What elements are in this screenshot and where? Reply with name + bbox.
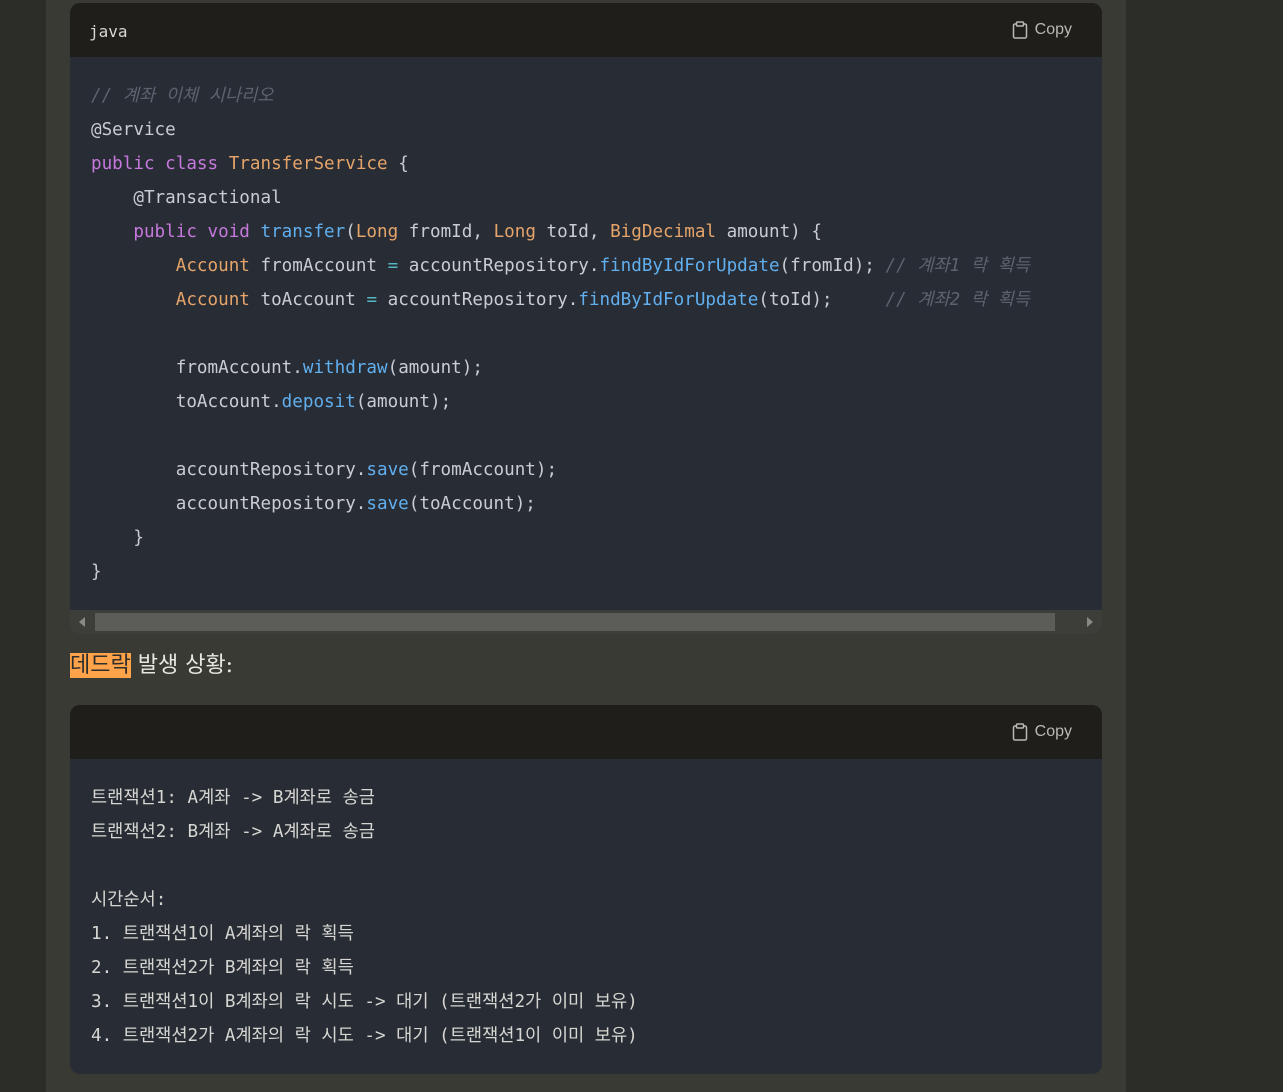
code-line: accountRepository.save(fromAccount); [91, 453, 1102, 487]
code-content: // 계좌 이체 시나리오 @Service public class Transf… [70, 57, 1102, 589]
highlighted-text: 데드락 [70, 653, 131, 678]
code-line: toAccount.deposit(amount); [91, 385, 1102, 419]
code-line: 트랜잭션2: B계좌 -> A계좌로 송금 [91, 822, 375, 842]
code-content: 트랜잭션1: A계좌 -> B계좌로 송금트랜잭션2: B계좌 -> A계좌로 … [70, 759, 1102, 1053]
code-token: toId, [535, 222, 611, 242]
code-token: fromAccount. [91, 358, 303, 378]
code-line: @Service [91, 113, 1102, 147]
code-token: BigDecimal [610, 222, 717, 242]
code-line: // 계좌 이체 시나리오 [91, 79, 1102, 113]
code-token: ( [345, 222, 356, 242]
code-token: fromId, [398, 222, 494, 242]
code-token: (toAccount); [408, 494, 536, 514]
code-line: 1. 트랜잭션1이 A계좌의 락 획득 [91, 924, 354, 944]
scroll-right-arrow-icon[interactable] [1087, 617, 1093, 627]
code-token: accountRepository. [398, 256, 600, 276]
code-line: } [91, 555, 1102, 589]
clipboard-icon [1012, 21, 1027, 39]
code-token: void [207, 222, 250, 242]
code-line: 트랜잭션1: A계좌 -> B계좌로 송금 [91, 788, 375, 808]
code-token: } [91, 528, 144, 548]
code-token: Long [355, 222, 399, 242]
copy-code-button[interactable]: Copy [1012, 723, 1072, 741]
code-token: accountRepository. [91, 460, 367, 480]
code-token: Account [175, 290, 250, 310]
page: java Copy // 계좌 이체 시나리오 @Service public cl… [0, 0, 1283, 1092]
code-token: = [366, 290, 378, 310]
code-line: accountRepository.save(toAccount); [91, 487, 1102, 521]
code-block-plain: Copy 트랜잭션1: A계좌 -> B계좌로 송금트랜잭션2: B계좌 -> … [70, 705, 1102, 1074]
code-token: // 계좌2 락 획득 [885, 290, 1030, 310]
code-token: toAccount [249, 290, 367, 310]
code-token: findByIdForUpdate [599, 256, 780, 276]
code-line: 3. 트랜잭션1이 B계좌의 락 시도 -> 대기 (트랜잭션2가 이미 보유) [91, 992, 638, 1012]
code-token: // 계좌1 락 획득 [885, 256, 1030, 276]
code-block-java: java Copy // 계좌 이체 시나리오 @Service public cl… [70, 3, 1102, 634]
code-line: 2. 트랜잭션2가 B계좌의 락 획득 [91, 958, 354, 978]
code-line: public void transfer(Long fromId, Long t… [91, 215, 1102, 249]
code-token: Account [175, 256, 250, 276]
code-token: class [165, 154, 219, 174]
code-token: // 계좌 이체 시나리오 [91, 86, 274, 106]
code-line: } [91, 521, 1102, 555]
code-line: fromAccount.withdraw(amount); [91, 351, 1102, 385]
code-language-label: java [89, 22, 128, 41]
code-token: (fromAccount); [408, 460, 558, 480]
code-line: @Transactional [91, 181, 1102, 215]
code-line: public class TransferService { [91, 147, 1102, 181]
code-token: Long [493, 222, 536, 242]
code-token: toAccount. [91, 392, 282, 412]
code-token: amount) { [716, 222, 822, 242]
code-token: transfer [260, 222, 346, 242]
code-block-header: java Copy [70, 3, 1102, 57]
code-token: accountRepository. [377, 290, 579, 310]
code-token: deposit [281, 392, 356, 412]
clipboard-icon [1012, 723, 1027, 741]
code-token: public [91, 154, 155, 174]
code-token: = [387, 256, 399, 276]
code-token: TransferService [228, 154, 388, 174]
heading-text: 발생 상황: [130, 653, 234, 678]
code-token: findByIdForUpdate [578, 290, 759, 310]
copy-label: Copy [1034, 21, 1072, 38]
code-token: @Service [91, 120, 176, 140]
horizontal-scrollbar[interactable] [70, 610, 1102, 634]
code-token: { [387, 154, 409, 174]
code-line: Account fromAccount = accountRepository.… [91, 249, 1102, 283]
code-line: 시간순서: [91, 890, 167, 910]
code-token: public [133, 222, 197, 242]
code-token: } [91, 562, 102, 582]
code-token: save [366, 460, 409, 480]
code-token: @Transactional [133, 188, 282, 208]
code-token: (toId); [758, 290, 886, 310]
code-line: 4. 트랜잭션2가 A계좌의 락 시도 -> 대기 (트랜잭션1이 이미 보유) [91, 1026, 638, 1046]
copy-code-button[interactable]: Copy [1012, 21, 1072, 39]
scrollbar-thumb[interactable] [95, 613, 1055, 631]
code-token: accountRepository. [91, 494, 367, 514]
section-heading: 데드락 발생 상황: [70, 649, 233, 683]
scroll-left-arrow-icon[interactable] [79, 617, 85, 627]
code-token: save [366, 494, 409, 514]
code-token: (fromId); [779, 256, 886, 276]
code-token: withdraw [302, 358, 388, 378]
copy-label: Copy [1034, 723, 1072, 740]
code-token: fromAccount [249, 256, 388, 276]
code-line: Account toAccount = accountRepository.fi… [91, 283, 1102, 317]
code-token: (amount); [387, 358, 483, 378]
code-token: (amount); [355, 392, 452, 412]
code-block-header: Copy [70, 705, 1102, 759]
